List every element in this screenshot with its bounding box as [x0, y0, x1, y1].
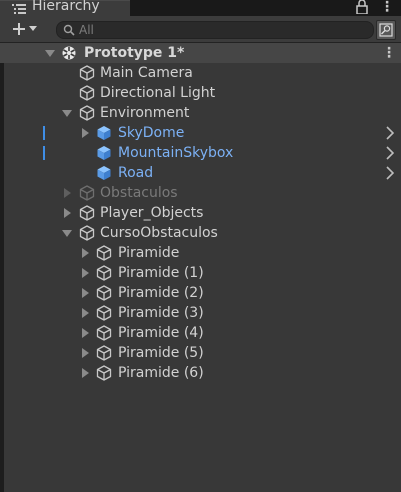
search-field[interactable]: [56, 21, 374, 39]
prefab-cube-icon: [97, 146, 111, 160]
hierarchy-item-mountainskybox[interactable]: MountainSkybox: [0, 143, 401, 163]
gameobject-cube-icon: [79, 65, 95, 81]
scene-menu-icon[interactable]: ⋮: [382, 43, 396, 63]
hierarchy-item-label: Directional Light: [100, 85, 216, 101]
hierarchy-item-piramide-6[interactable]: Piramide (6): [0, 363, 401, 383]
hierarchy-toolbar: [0, 16, 401, 43]
collapse-arrow-icon[interactable]: [82, 308, 89, 318]
scene-name: Prototype 1*: [84, 45, 185, 61]
hierarchy-item-environment[interactable]: Environment: [0, 103, 401, 123]
collapse-arrow-icon[interactable]: [64, 188, 71, 198]
collapse-arrow-icon[interactable]: [82, 328, 89, 338]
gameobject-cube-icon: [96, 365, 112, 381]
hierarchy-item-label: Piramide: [118, 245, 180, 261]
window-menu-icon[interactable]: ⋮: [380, 0, 394, 15]
hierarchy-item-piramide-4[interactable]: Piramide (4): [0, 323, 401, 343]
hierarchy-item-road[interactable]: Road: [0, 163, 401, 183]
hierarchy-item-player-objects[interactable]: Player_Objects: [0, 203, 401, 223]
prefab-override-bar: [43, 126, 45, 140]
gameobject-cube-icon: [96, 345, 112, 361]
hierarchy-item-label: CursoObstaculos: [100, 225, 218, 241]
gameobject-cube-icon: [96, 285, 112, 301]
add-dropdown-button[interactable]: [8, 20, 42, 38]
collapse-arrow-icon[interactable]: [82, 288, 89, 298]
hierarchy-item-skydome[interactable]: SkyDome: [0, 123, 401, 143]
expand-arrow-icon[interactable]: [62, 110, 72, 117]
scene-row[interactable]: Prototype 1* ⋮: [0, 43, 401, 63]
gameobject-cube-icon: [79, 185, 95, 201]
scene-search-button[interactable]: [376, 20, 396, 40]
collapse-arrow-icon[interactable]: [64, 208, 71, 218]
hierarchy-item-piramide-5[interactable]: Piramide (5): [0, 343, 401, 363]
expand-arrow-icon[interactable]: [62, 230, 72, 237]
hierarchy-item-label: Piramide (2): [118, 285, 204, 301]
gameobject-cube-icon: [96, 245, 112, 261]
gameobject-cube-icon: [79, 85, 95, 101]
hierarchy-list-icon: [12, 4, 26, 14]
hierarchy-item-piramide-1[interactable]: Piramide (1): [0, 263, 401, 283]
gameobject-cube-icon: [79, 105, 95, 121]
hierarchy-item-piramide-2[interactable]: Piramide (2): [0, 283, 401, 303]
hierarchy-item-label: Piramide (4): [118, 325, 204, 341]
scene-expand-arrow[interactable]: [45, 50, 55, 57]
collapse-arrow-icon[interactable]: [82, 368, 89, 378]
hierarchy-item-label: Obstaculos: [100, 185, 178, 201]
hierarchy-item-label: Piramide (5): [118, 345, 204, 361]
search-input[interactable]: [79, 22, 359, 38]
collapse-arrow-icon[interactable]: [82, 248, 89, 258]
chevron-right-icon[interactable]: [386, 166, 394, 180]
prefab-cube-icon: [97, 126, 111, 140]
hierarchy-item-label: Player_Objects: [100, 205, 204, 221]
hierarchy-item-cursoobstaculos[interactable]: CursoObstaculos: [0, 223, 401, 243]
chevron-right-icon[interactable]: [386, 146, 394, 160]
unity-scene-icon: [62, 46, 76, 60]
gameobject-cube-icon: [96, 305, 112, 321]
gameobject-cube-icon: [79, 205, 95, 221]
hierarchy-item-main-camera[interactable]: Main Camera: [0, 63, 401, 83]
lock-icon[interactable]: [355, 0, 369, 14]
hierarchy-item-label: Piramide (3): [118, 305, 204, 321]
hierarchy-item-label: Piramide (6): [118, 365, 204, 381]
hierarchy-item-piramide-3[interactable]: Piramide (3): [0, 303, 401, 323]
hierarchy-item-label: MountainSkybox: [118, 145, 234, 161]
collapse-arrow-icon[interactable]: [82, 348, 89, 358]
scene-search-icon: [379, 23, 393, 37]
gameobject-cube-icon: [96, 325, 112, 341]
hierarchy-item-label: Environment: [100, 105, 190, 121]
window-title: Hierarchy: [32, 0, 100, 14]
prefab-override-bar: [43, 146, 45, 160]
hierarchy-item-label: Main Camera: [100, 65, 193, 81]
collapse-arrow-icon[interactable]: [82, 268, 89, 278]
gameobject-cube-icon: [79, 225, 95, 241]
hierarchy-item-obstaculos[interactable]: Obstaculos: [0, 183, 401, 203]
chevron-right-icon[interactable]: [386, 126, 394, 140]
hierarchy-item-label: Road: [118, 165, 154, 181]
collapse-arrow-icon[interactable]: [82, 128, 89, 138]
search-icon: [63, 24, 75, 36]
hierarchy-item-label: SkyDome: [118, 125, 185, 141]
hierarchy-tab[interactable]: Hierarchy: [0, 0, 130, 17]
gameobject-cube-icon: [96, 265, 112, 281]
window-tab-bar: Hierarchy ⋮: [0, 0, 401, 17]
prefab-cube-icon: [97, 166, 111, 180]
hierarchy-item-label: Piramide (1): [118, 265, 204, 281]
hierarchy-item-directional-light[interactable]: Directional Light: [0, 83, 401, 103]
hierarchy-item-piramide[interactable]: Piramide: [0, 243, 401, 263]
